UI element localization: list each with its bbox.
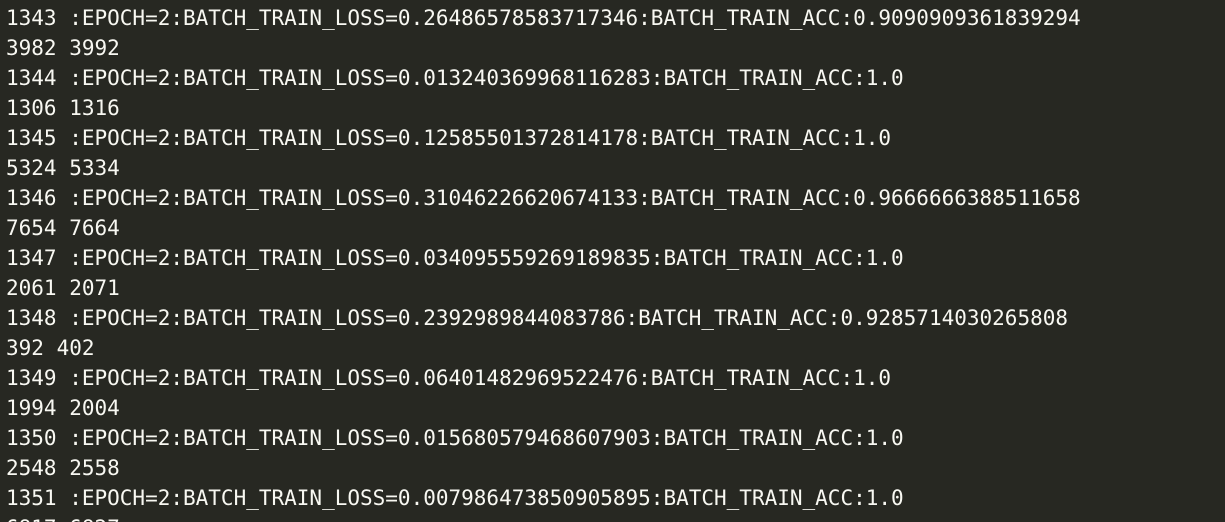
terminal-line: 1349 :EPOCH=2:BATCH_TRAIN_LOSS=0.0640148… (6, 366, 892, 390)
terminal-output: 1343 :EPOCH=2:BATCH_TRAIN_LOSS=0.2648657… (6, 3, 1081, 522)
terminal-line: 1343 :EPOCH=2:BATCH_TRAIN_LOSS=0.2648657… (6, 6, 1081, 30)
terminal-line: 1346 :EPOCH=2:BATCH_TRAIN_LOSS=0.3104622… (6, 186, 1081, 210)
terminal-line: 1350 :EPOCH=2:BATCH_TRAIN_LOSS=0.0156805… (6, 426, 904, 450)
terminal-line: 1347 :EPOCH=2:BATCH_TRAIN_LOSS=0.0340955… (6, 246, 904, 270)
terminal-line: 6817 6827 (6, 513, 1081, 522)
terminal-line: 1344 :EPOCH=2:BATCH_TRAIN_LOSS=0.0132403… (6, 66, 904, 90)
terminal-line: 1345 :EPOCH=2:BATCH_TRAIN_LOSS=0.1258550… (6, 126, 892, 150)
terminal-line: 1306 1316 (6, 96, 120, 120)
terminal-line: 3982 3992 (6, 36, 120, 60)
terminal-line: 1994 2004 (6, 396, 120, 420)
terminal-line: 1348 :EPOCH=2:BATCH_TRAIN_LOSS=0.2392989… (6, 306, 1069, 330)
terminal-window[interactable]: 1343 :EPOCH=2:BATCH_TRAIN_LOSS=0.2648657… (0, 0, 1225, 522)
terminal-line: 7654 7664 (6, 216, 120, 240)
terminal-line: 1351 :EPOCH=2:BATCH_TRAIN_LOSS=0.0079864… (6, 486, 904, 510)
terminal-line: 2061 2071 (6, 276, 120, 300)
terminal-line: 2548 2558 (6, 456, 120, 480)
terminal-line: 392 402 (6, 336, 95, 360)
terminal-line: 5324 5334 (6, 156, 120, 180)
